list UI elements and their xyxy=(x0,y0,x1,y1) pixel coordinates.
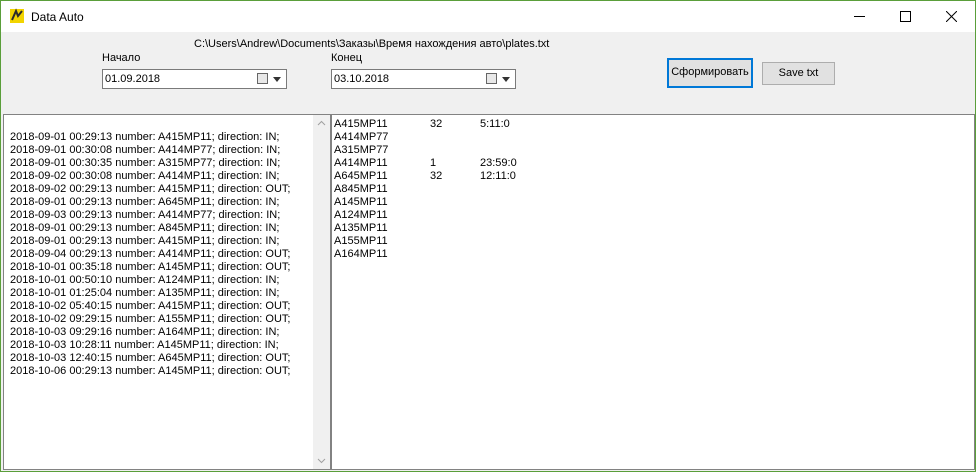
result-time: 23:59:0 xyxy=(480,157,517,169)
log-line: 2018-10-03 10:28:11 number: A145MP11; di… xyxy=(10,339,279,351)
scroll-down-button[interactable] xyxy=(313,452,330,469)
result-plate: A164MP11 xyxy=(334,248,388,260)
result-time: 12:11:0 xyxy=(480,170,516,182)
start-date-value: 01.09.2018 xyxy=(105,73,161,85)
filter-panel: C:\Users\Andrew\Documents\Заказы\Время н… xyxy=(1,32,975,114)
log-line: 2018-09-03 00:29:13 number: A414MP77; di… xyxy=(10,209,281,221)
log-line: 2018-10-01 01:25:04 number: A135MP11; di… xyxy=(10,287,280,299)
start-date-label: Начало xyxy=(102,52,141,64)
result-plate: A415MP11 xyxy=(334,118,388,130)
result-count: 32 xyxy=(430,170,443,182)
log-line: 2018-09-02 00:29:13 number: A415MP11; di… xyxy=(10,183,291,195)
close-button[interactable] xyxy=(929,1,975,32)
results-textbox[interactable]: A415MP11 32 5:11:0 A414MP77 A315MP77 A414MP11… xyxy=(331,114,975,470)
end-date-value: 03.10.2018 xyxy=(334,73,390,85)
log-line: 2018-10-06 00:29:13 number: A145MP11; di… xyxy=(10,365,291,377)
log-line: 2018-10-03 09:29:16 number: A164MP11; di… xyxy=(10,326,280,338)
log-line: 2018-10-03 12:40:15 number: A645MP11; di… xyxy=(10,352,291,364)
log-line: 2018-09-01 00:29:13 number: A415MP11; di… xyxy=(10,131,280,143)
log-line: 2018-09-01 00:29:13 number: A645MP11; di… xyxy=(10,196,280,208)
minimize-icon xyxy=(854,16,865,17)
file-path-label: C:\Users\Andrew\Documents\Заказы\Время н… xyxy=(194,38,550,50)
calendar-icon xyxy=(257,73,268,84)
log-line: 2018-09-02 00:30:08 number: A414MP11; di… xyxy=(10,170,280,182)
log-scrollbar[interactable] xyxy=(313,115,330,469)
maximize-button[interactable] xyxy=(883,1,929,32)
result-plate: A414MP77 xyxy=(334,131,389,143)
start-date-picker[interactable]: 01.09.2018 xyxy=(102,69,287,89)
result-plate: A145MP11 xyxy=(334,196,388,208)
generate-button[interactable]: Сформировать xyxy=(667,58,753,88)
result-count: 1 xyxy=(430,157,437,169)
result-plate: A315MP77 xyxy=(334,144,389,156)
log-line: 2018-10-01 00:35:18 number: A145MP11; di… xyxy=(10,261,291,273)
result-plate: A414MP11 xyxy=(334,157,388,169)
chevron-down-icon xyxy=(317,458,326,464)
close-icon xyxy=(946,11,957,22)
result-plate: A124MP11 xyxy=(334,209,388,221)
chevron-down-icon xyxy=(502,77,510,82)
maximize-icon xyxy=(900,11,911,22)
end-date-picker[interactable]: 03.10.2018 xyxy=(331,69,516,89)
save-txt-button[interactable]: Save txt xyxy=(762,62,835,85)
log-line: 2018-09-01 00:30:08 number: A414MP77; di… xyxy=(10,144,281,156)
log-line: 2018-10-02 09:29:15 number: A155MP11; di… xyxy=(10,313,291,325)
result-count: 32 xyxy=(430,118,443,130)
result-plate: A155MP11 xyxy=(334,235,388,247)
title-bar: Data Auto xyxy=(1,1,975,32)
log-line: 2018-09-01 00:30:35 number: A315MP77; di… xyxy=(10,157,281,169)
log-line: 2018-09-04 00:29:13 number: A414MP11; di… xyxy=(10,248,291,260)
window-title: Data Auto xyxy=(31,10,84,24)
chevron-down-icon xyxy=(273,77,281,82)
log-line: 2018-10-02 05:40:15 number: A415MP11; di… xyxy=(10,300,291,312)
app-icon xyxy=(10,8,24,23)
chevron-up-icon xyxy=(317,120,326,126)
end-date-label: Конец xyxy=(331,52,363,64)
calendar-icon xyxy=(486,73,497,84)
result-time: 5:11:0 xyxy=(480,118,510,130)
scroll-up-button[interactable] xyxy=(313,115,330,132)
log-line: 2018-09-01 00:29:13 number: A845MP11; di… xyxy=(10,222,280,234)
app-window: Data Auto C:\Users\Andrew\Documents\Зака… xyxy=(0,0,976,472)
minimize-button[interactable] xyxy=(837,1,883,32)
log-line: 2018-10-01 00:50:10 number: A124MP11; di… xyxy=(10,274,280,286)
result-plate: A845MP11 xyxy=(334,183,388,195)
result-plate: A645MP11 xyxy=(334,170,388,182)
log-line: 2018-09-01 00:29:13 number: A415MP11; di… xyxy=(10,235,280,247)
log-textbox[interactable]: 2018-09-01 00:29:13 number: A415MP11; di… xyxy=(3,114,331,470)
result-plate: A135MP11 xyxy=(334,222,388,234)
